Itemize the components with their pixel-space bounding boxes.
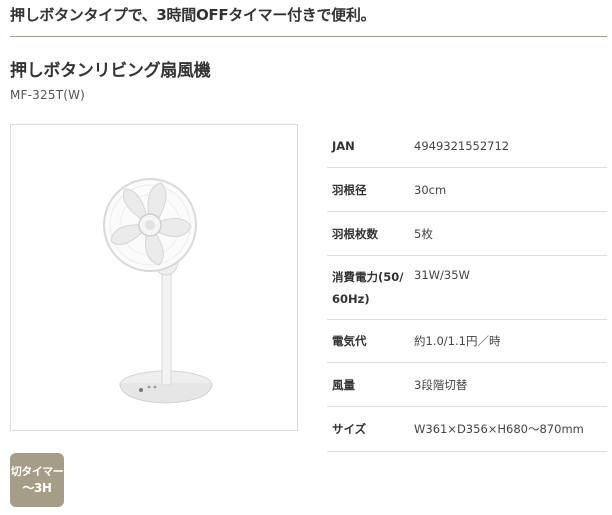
spec-label: JAN [332,138,355,153]
spec-label: 電気代 [332,334,367,348]
badge-line1: 切タイマー [10,465,64,478]
header-divider [10,36,607,37]
electric-fan-illustration [103,178,213,404]
spec-row-airflow: 風量 3段階切替 [327,363,607,407]
spec-row-power-consumption: 消費電力(50/60Hz) 31W/35W [327,256,607,320]
spec-value: 30cm [414,182,447,197]
spec-label: サイズ [332,422,367,436]
product-title: 押しボタンリビング扇風機 [10,61,211,81]
model-number: MF-325T(W) [10,88,86,102]
spec-row-blade-count: 羽根枚数 5枚 [327,212,607,256]
badge-line2: 〜3H [22,481,52,495]
spec-row-electricity-cost: 電気代 約1.0/1.1円／時 [327,320,607,363]
spec-value: 3段階切替 [414,377,468,392]
product-image [10,124,298,431]
spec-value: 5枚 [414,226,433,241]
spec-row-size: サイズ W361×D356×H680〜870mm [327,407,607,452]
spec-value: 4949321552712 [414,138,510,153]
spec-value: 31W/35W [414,268,470,282]
spec-value: W361×D356×H680〜870mm [414,422,584,436]
spec-label: 羽根径 [332,182,367,197]
spec-label: 風量 [332,377,355,392]
spec-table: JAN 4949321552712 羽根径 30cm 羽根枚数 5枚 消費電力(… [327,124,607,452]
product-tagline: 押しボタンタイプで、3時間OFFタイマー付きで便利。 [10,6,376,24]
timer-feature-badge: 切タイマー 〜3H [10,453,64,507]
spec-value: 約1.0/1.1円／時 [414,334,501,348]
spec-row-jan: JAN 4949321552712 [327,124,607,168]
spec-row-blade-diameter: 羽根径 30cm [327,168,607,212]
spec-label: 消費電力(50/60Hz) [332,269,404,306]
spec-label: 羽根枚数 [332,226,378,241]
